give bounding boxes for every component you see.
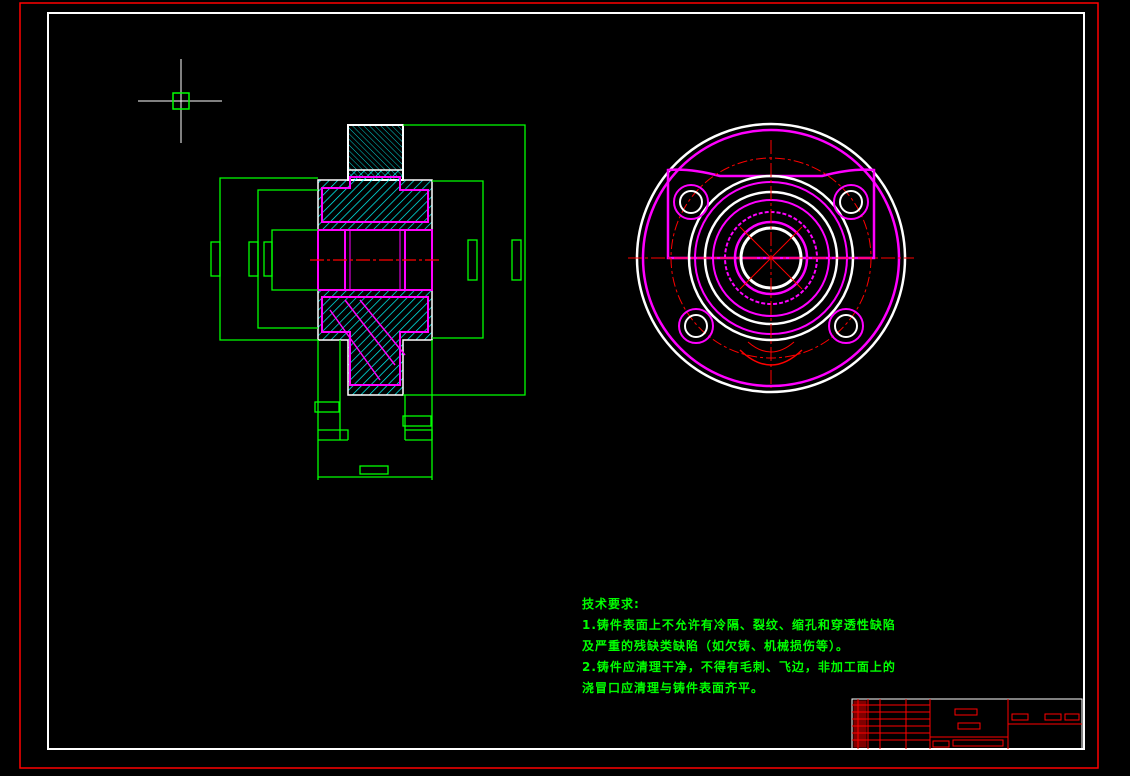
requirement-line-1: 1.铸件表面上不允许有冷隔、裂纹、缩孔和穿透性缺陷 <box>582 618 896 632</box>
crosshair-cursor[interactable] <box>138 59 222 143</box>
section-view <box>310 124 440 396</box>
sheet-border <box>19 2 1099 769</box>
requirement-line-2: 及严重的残缺类缺陷（如欠铸、机械损伤等）。 <box>582 639 850 653</box>
front-view <box>628 122 914 394</box>
cad-drawing <box>19 2 1099 769</box>
requirement-line-4: 浇冒口应清理与铸件表面齐平。 <box>582 681 765 695</box>
requirement-line-3: 2.铸件应清理干净，不得有毛刺、飞边，非加工面上的 <box>582 660 896 674</box>
drawing-frame <box>47 12 1085 750</box>
technical-requirements: 技术要求: 1.铸件表面上不允许有冷隔、裂纹、缩孔和穿透性缺陷 及严重的残缺类缺… <box>582 594 896 699</box>
title-block <box>851 698 1083 750</box>
requirements-heading: 技术要求: <box>582 597 640 611</box>
